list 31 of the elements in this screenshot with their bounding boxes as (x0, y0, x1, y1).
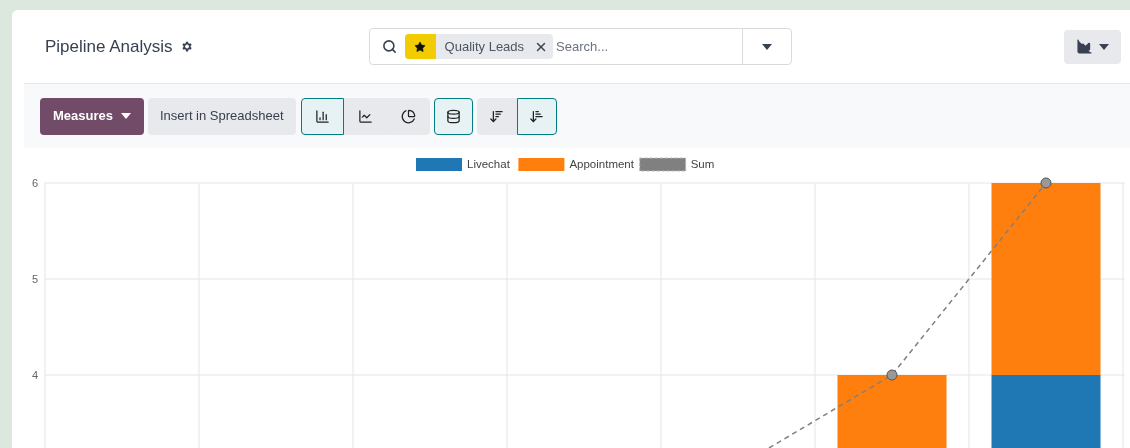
area-chart-icon (1076, 38, 1093, 55)
filter-facet[interactable]: Quality Leads (404, 34, 554, 59)
caret-icon (121, 113, 131, 119)
y-tick-label: 4 (31, 369, 38, 381)
bar-chart-icon (314, 108, 330, 124)
search-icon (381, 39, 397, 54)
sort-icon (529, 108, 545, 124)
search-input[interactable]: Search... (556, 36, 743, 57)
data-point (886, 369, 898, 381)
legend-label: Livechat (467, 158, 510, 170)
line-chart-icon (357, 108, 373, 124)
chart-type-button[interactable] (300, 97, 344, 135)
stacked-button[interactable] (433, 97, 473, 135)
insert-spreadsheet-button[interactable]: Insert in Spreadsheet (148, 97, 296, 135)
view-switcher-button[interactable] (1064, 29, 1121, 64)
sort-icon (489, 108, 505, 124)
pie-chart-icon (400, 108, 416, 124)
star-icon (414, 40, 427, 53)
caret-icon (1099, 43, 1109, 50)
database-icon (445, 108, 461, 124)
legend-label: Appointment (569, 158, 634, 170)
facet-label: Quality Leads (444, 37, 525, 56)
data-point (1040, 177, 1052, 189)
search-bar[interactable]: Quality Leads Search... (368, 28, 792, 65)
page-title: Pipeline Analysis (45, 35, 173, 58)
y-tick-label: 6 (31, 177, 38, 189)
legend-label: Sum (690, 158, 715, 170)
measures-button[interactable]: Measures (40, 97, 144, 135)
sort-button[interactable] (516, 97, 557, 135)
dropdown-caret-icon (761, 43, 772, 50)
y-tick-label: 5 (31, 273, 38, 285)
